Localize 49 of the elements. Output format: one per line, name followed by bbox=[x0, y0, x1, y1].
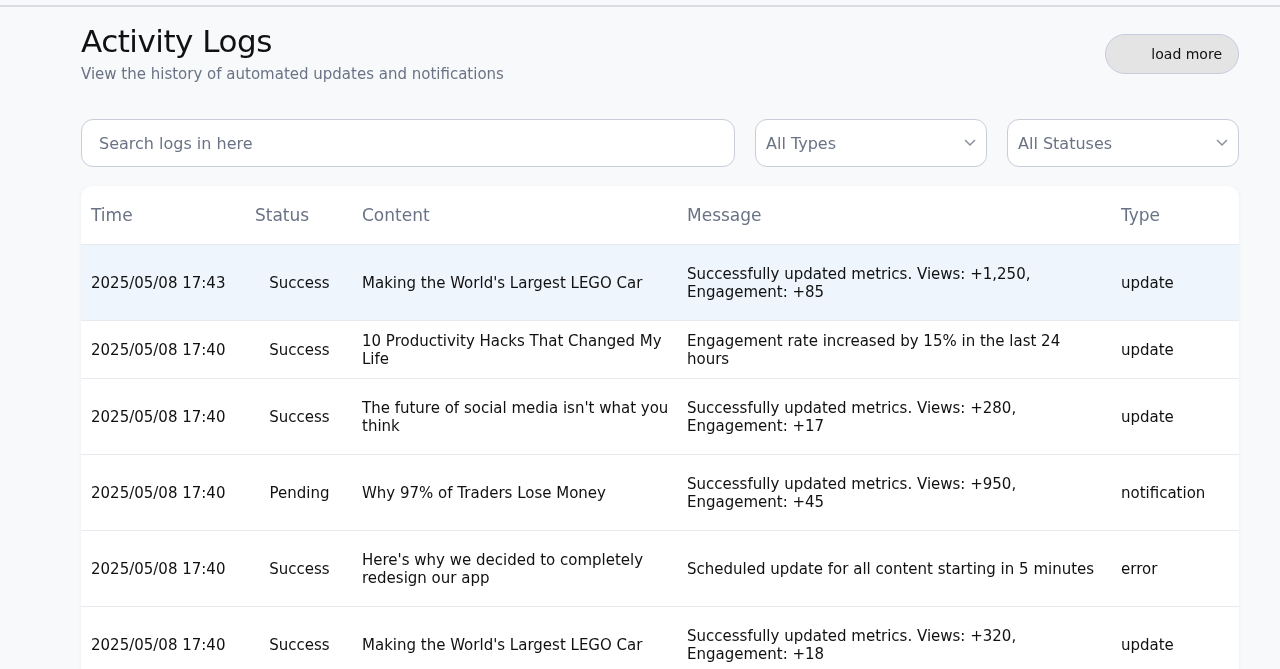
type-cell: update bbox=[1111, 606, 1239, 669]
content-cell: The future of social media isn't what you think bbox=[352, 378, 677, 455]
time-cell: 2025/05/08 17:40 bbox=[81, 320, 245, 379]
message-cell: Successfully updated metrics. Views: +280, Engagement: +17 bbox=[677, 378, 1111, 455]
time-cell: 2025/05/08 17:43 bbox=[81, 244, 245, 321]
type-cell: update bbox=[1111, 320, 1239, 379]
column-header: Content bbox=[352, 186, 677, 245]
column-header: Status bbox=[245, 186, 352, 245]
page-subtitle: View the history of automated updates and notifications bbox=[81, 65, 504, 83]
status-cell: Success bbox=[245, 606, 352, 669]
status-cell: Success bbox=[245, 320, 352, 379]
table-row[interactable]: 2025/05/08 17:40 Success The future of social media isn't what you think Successfully updated metrics. Views: +280, Engagement: +17 update bbox=[81, 378, 1239, 455]
time-cell: 2025/05/08 17:40 bbox=[81, 530, 245, 607]
column-header: Type bbox=[1111, 186, 1239, 245]
content-cell: Here's why we decided to completely redesign our app bbox=[352, 530, 677, 607]
time-cell: 2025/05/08 17:40 bbox=[81, 454, 245, 531]
table-row[interactable]: 2025/05/08 17:40 Success 10 Productivity Hacks That Changed My Life Engagement rate increased by 15% in the last 24 hours update bbox=[81, 320, 1239, 379]
time-cell: 2025/05/08 17:40 bbox=[81, 606, 245, 669]
table-row[interactable]: 2025/05/08 17:40 Pending Why 97% of Traders Lose Money Successfully updated metrics. Views: +950, Engagement: +45 notification bbox=[81, 454, 1239, 531]
table-row[interactable]: 2025/05/08 17:43 Success Making the World's Largest LEGO Car Successfully updated metrics. Views: +1,250, Engagement: +85 update bbox=[81, 244, 1239, 321]
status-cell: Success bbox=[245, 378, 352, 455]
type-select[interactable]: All Types bbox=[755, 119, 987, 167]
message-cell: Engagement rate increased by 15% in the last 24 hours bbox=[677, 320, 1111, 379]
type-cell: notification bbox=[1111, 454, 1239, 531]
type-cell: error bbox=[1111, 530, 1239, 607]
message-cell: Successfully updated metrics. Views: +320, Engagement: +18 bbox=[677, 606, 1111, 669]
message-cell: Successfully updated metrics. Views: +950, Engagement: +45 bbox=[677, 454, 1111, 531]
chevron-down-icon bbox=[1216, 139, 1228, 147]
status-cell: Success bbox=[245, 244, 352, 321]
content-cell: 10 Productivity Hacks That Changed My Life bbox=[352, 320, 677, 379]
chevron-down-icon bbox=[964, 139, 976, 147]
status-cell: Pending bbox=[245, 454, 352, 531]
content-cell: Making the World's Largest LEGO Car bbox=[352, 244, 677, 321]
message-cell: Successfully updated metrics. Views: +1,250, Engagement: +85 bbox=[677, 244, 1111, 321]
search-field[interactable]: Search logs in here bbox=[81, 119, 735, 167]
time-cell: 2025/05/08 17:40 bbox=[81, 378, 245, 455]
page-title: Activity Logs bbox=[81, 23, 273, 59]
status-cell: Success bbox=[245, 530, 352, 607]
table-row[interactable]: 2025/05/08 17:40 Success Here's why we decided to completely redesign our app Scheduled update for all content starting in 5 minutes error bbox=[81, 530, 1239, 607]
type-cell: update bbox=[1111, 378, 1239, 455]
status-select[interactable]: All Statuses bbox=[1007, 119, 1239, 167]
column-header: Message bbox=[677, 186, 1111, 245]
type-cell: update bbox=[1111, 244, 1239, 321]
table-row[interactable]: 2025/05/08 17:40 Success Making the World's Largest LEGO Car Successfully updated metrics. Views: +320, Engagement: +18 update bbox=[81, 606, 1239, 669]
content-cell: Making the World's Largest LEGO Car bbox=[352, 606, 677, 669]
message-cell: Scheduled update for all content starting in 5 minutes bbox=[677, 530, 1111, 607]
content-cell: Why 97% of Traders Lose Money bbox=[352, 454, 677, 531]
column-header: Time bbox=[81, 186, 245, 245]
load-more-button[interactable]: load more bbox=[1105, 34, 1239, 74]
